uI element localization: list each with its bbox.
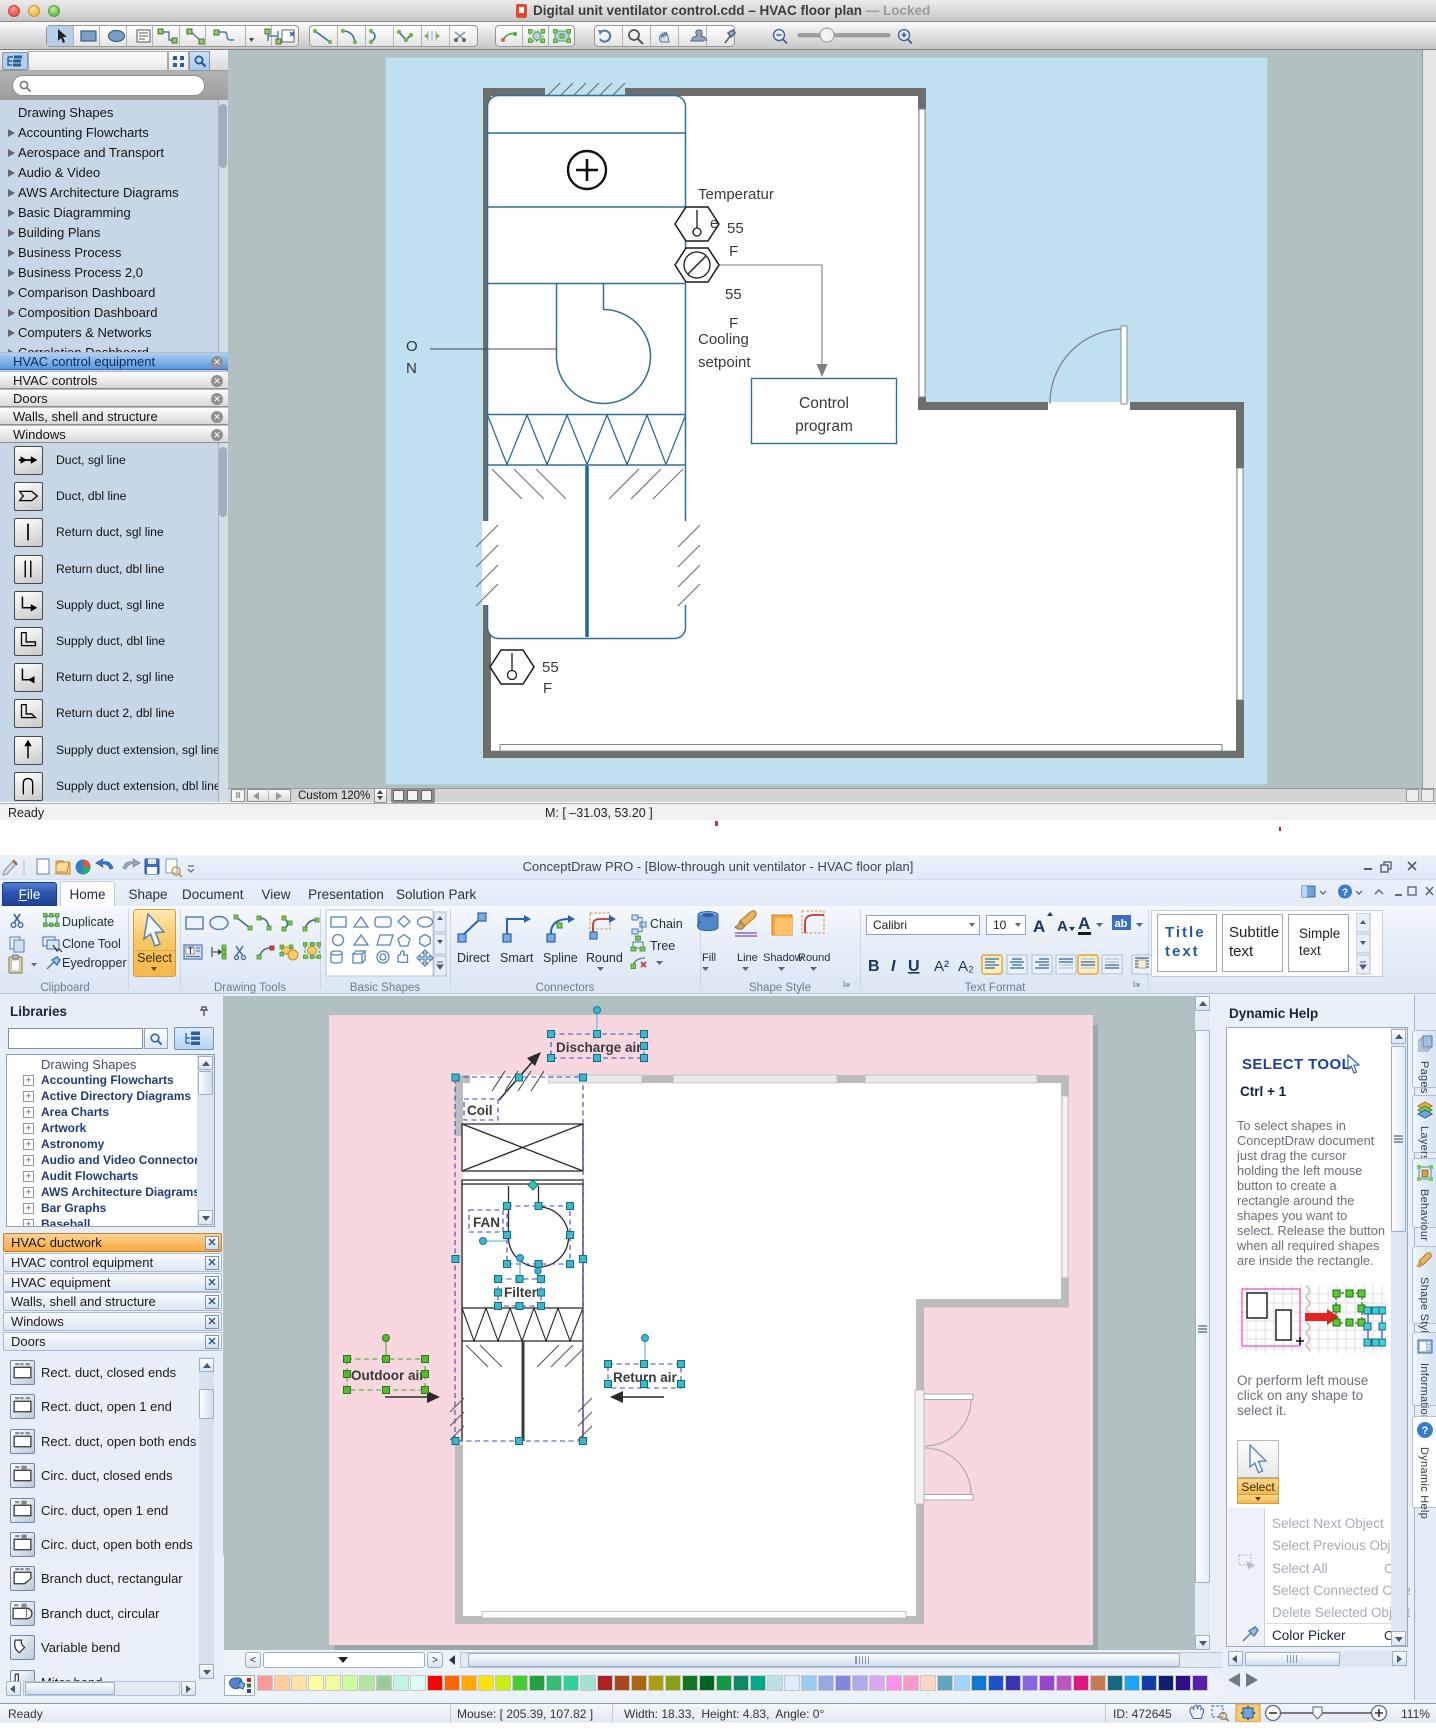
svg-text:Filter: Filter <box>504 1285 538 1300</box>
svg-text:55: 55 <box>725 286 742 303</box>
svg-text:Outdoor air: Outdoor air <box>351 1368 425 1383</box>
svg-text:55: 55 <box>727 220 744 237</box>
svg-text:F: F <box>729 315 738 332</box>
svg-text:Tree: Tree <box>650 939 675 953</box>
svg-text:Fill: Fill <box>702 952 716 964</box>
svg-text:ab: ab <box>1115 918 1128 930</box>
svg-text:B: B <box>868 958 880 975</box>
svg-text:program: program <box>795 418 853 435</box>
svg-text:Line: Line <box>737 952 758 964</box>
svg-text:A: A <box>1078 914 1090 933</box>
svg-text:Control: Control <box>799 395 849 412</box>
svg-text:F: F <box>729 243 738 260</box>
svg-text:Spline: Spline <box>543 951 578 965</box>
svg-text:Shadow: Shadow <box>763 952 803 964</box>
svg-text:Coil: Coil <box>467 1103 493 1118</box>
svg-text:Temperatur: Temperatur <box>698 186 774 203</box>
svg-text:Discharge air: Discharge air <box>556 1040 642 1055</box>
svg-text:F: F <box>543 680 552 697</box>
svg-text:e: e <box>710 215 718 232</box>
svg-text:setpoint: setpoint <box>698 354 751 371</box>
svg-text:FAN: FAN <box>473 1215 500 1230</box>
svg-text:U: U <box>908 958 920 975</box>
svg-text:Round: Round <box>798 952 830 964</box>
svg-text:N: N <box>406 360 417 377</box>
svg-text:O: O <box>406 338 418 355</box>
svg-text:A: A <box>1057 918 1068 935</box>
svg-text:?: ? <box>1422 1425 1429 1437</box>
svg-text:A₂: A₂ <box>958 958 974 975</box>
svg-text:Direct: Direct <box>457 951 490 965</box>
svg-text:I: I <box>891 958 896 975</box>
svg-text:55: 55 <box>542 659 559 676</box>
svg-text:Smart: Smart <box>500 951 534 965</box>
svg-text:A²: A² <box>934 958 949 975</box>
svg-text:Cooling: Cooling <box>698 331 749 348</box>
svg-text:T: T <box>188 947 193 956</box>
svg-text:A: A <box>1033 917 1045 936</box>
svg-text:Round: Round <box>586 951 623 965</box>
svg-text:Chain: Chain <box>650 917 683 931</box>
